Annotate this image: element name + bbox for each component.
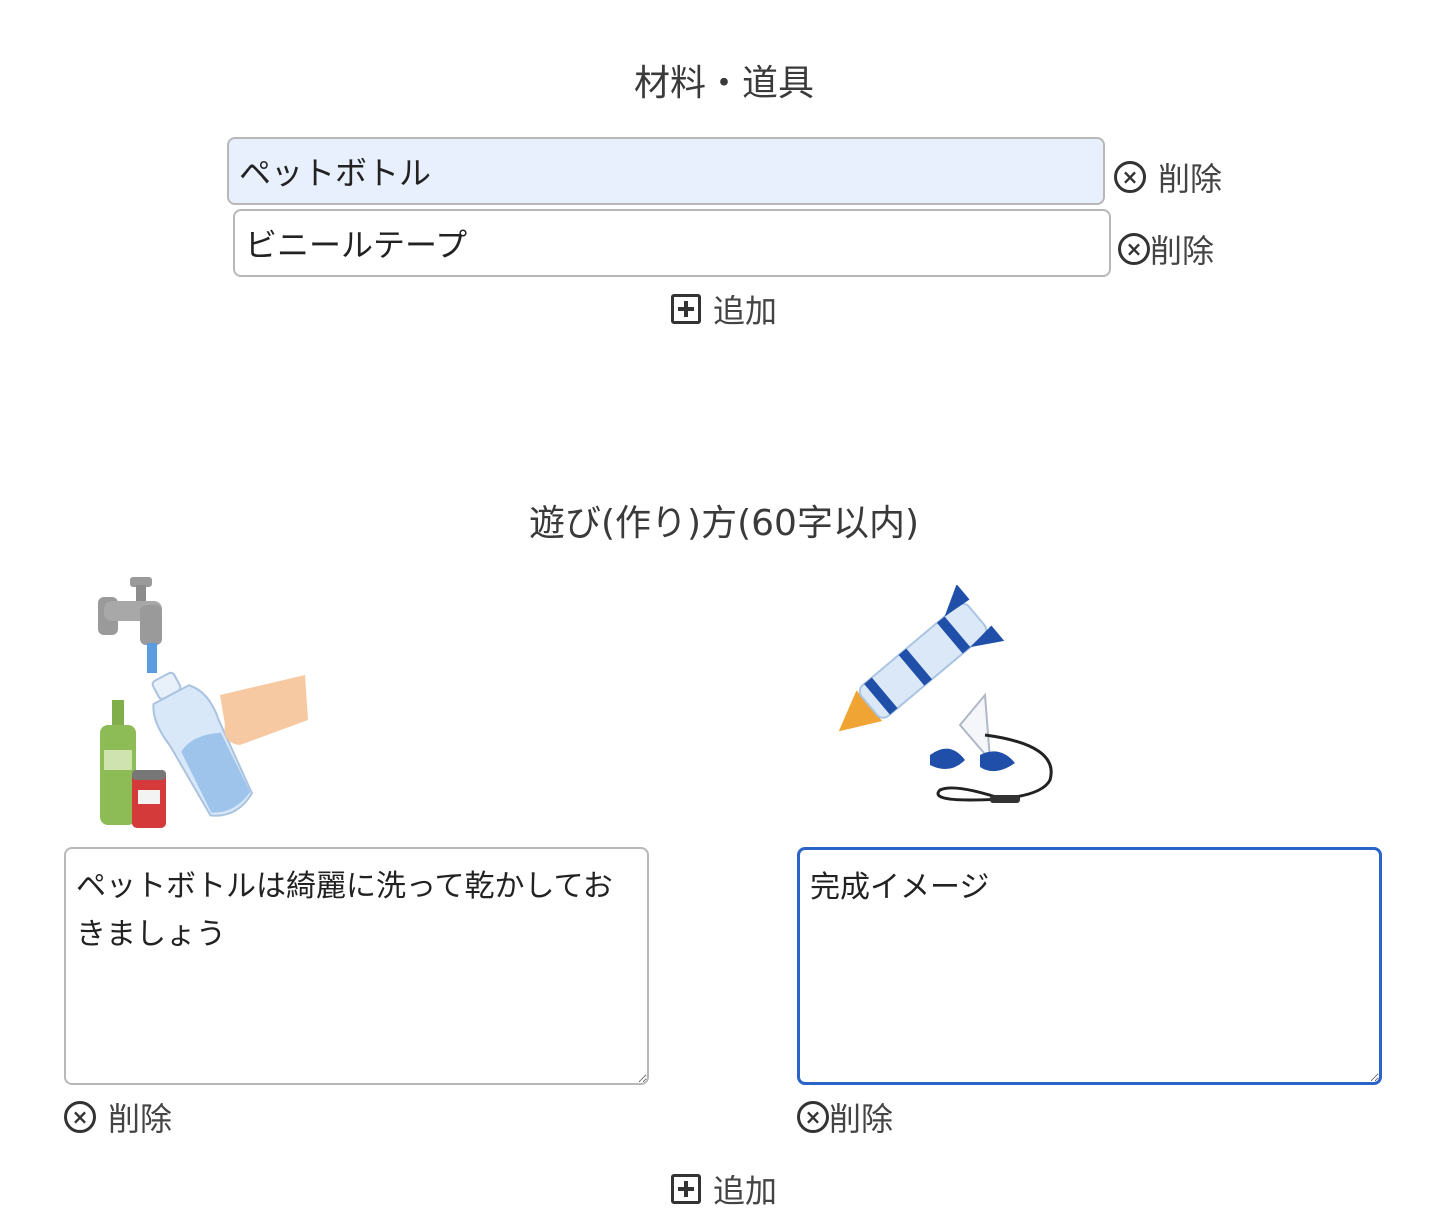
delete-label: 削除 xyxy=(1158,160,1223,198)
plus-square-icon xyxy=(671,1174,701,1204)
add-label: 追加 xyxy=(713,292,778,330)
step-textarea-2[interactable]: 完成イメージ xyxy=(797,847,1382,1085)
material-add-button[interactable]: 追加 xyxy=(671,286,777,332)
delete-label: 削除 xyxy=(829,1100,894,1138)
circle-x-icon: × xyxy=(1118,233,1150,265)
material-delete-button-1[interactable]: × 削除 xyxy=(1114,154,1222,200)
delete-label: 削除 xyxy=(108,1100,173,1138)
step-delete-button-2[interactable]: × 削除 xyxy=(797,1094,893,1140)
material-input-1[interactable] xyxy=(227,137,1105,205)
add-label: 追加 xyxy=(713,1172,778,1210)
step-add-button[interactable]: 追加 xyxy=(671,1166,777,1212)
material-delete-button-2[interactable]: × 削除 xyxy=(1118,226,1214,272)
circle-x-icon: × xyxy=(797,1101,829,1133)
circle-x-icon: × xyxy=(1114,161,1146,193)
step-delete-button-1[interactable]: × 削除 xyxy=(64,1094,172,1140)
delete-label: 削除 xyxy=(1150,232,1215,270)
step-textarea-1[interactable]: ペットボトルは綺麗に洗って乾かしておきましょう xyxy=(64,847,649,1085)
bottle-washing-illustration xyxy=(98,577,308,828)
howto-title: 遊び(作り)方(60字以内) xyxy=(529,503,919,544)
materials-title: 材料・道具 xyxy=(633,63,814,104)
plus-square-icon xyxy=(671,294,701,324)
circle-x-icon: × xyxy=(64,1101,96,1133)
water-rocket-illustration xyxy=(838,585,1053,803)
material-input-2[interactable] xyxy=(233,209,1111,277)
